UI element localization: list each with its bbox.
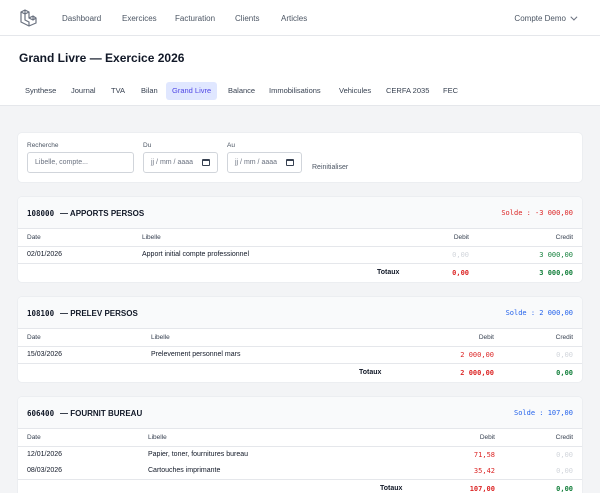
calendar-icon[interactable] — [286, 159, 294, 166]
totals-label: Totaux — [359, 369, 382, 376]
col-header-debit: Debit — [478, 334, 494, 341]
col-header-debit: Debit — [453, 234, 469, 241]
tab-fec[interactable]: FEC — [437, 82, 464, 100]
account-label: Compte Demo — [514, 14, 566, 23]
divider — [18, 346, 582, 347]
account-name: — APPORTS PERSOS — [60, 209, 145, 218]
row-date: 08/03/2026 — [27, 467, 63, 474]
row-label: Apport initial compte professionnel — [142, 251, 250, 258]
date-to-value: jj / mm / aaaa — [235, 159, 278, 166]
col-header-credit: Credit — [555, 334, 573, 341]
account-card-108000: 108000 — APPORTS PERSOS Solde : -3 000,0… — [18, 197, 582, 282]
col-header-date: Date — [27, 334, 41, 341]
page-header: Grand Livre — Exercice 2026 Synthese Jou… — [0, 36, 600, 106]
row-debit: 35,42 — [473, 467, 495, 475]
tab-grand-livre[interactable]: Grand Livre — [166, 82, 218, 100]
divider — [18, 479, 582, 480]
divider — [18, 263, 582, 264]
date-to-label: Au — [227, 142, 235, 149]
row-debit: 2 000,00 — [460, 351, 494, 359]
row-credit: 0,00 — [556, 467, 573, 475]
nav-item-articles[interactable]: Articles — [281, 14, 307, 23]
divider — [18, 246, 582, 247]
tab-balance[interactable]: Balance — [222, 82, 261, 100]
account-solde: Solde : -3 000,00 — [501, 209, 573, 217]
row-label: Cartouches imprimante — [148, 467, 221, 474]
account-header: 606400 — FOURNIT BUREAU Solde : 107,00 — [18, 397, 582, 429]
account-card-606400: 606400 — FOURNIT BUREAU Solde : 107,00 D… — [18, 397, 582, 493]
nav-item-clients[interactable]: Clients — [235, 14, 259, 23]
tab-bilan[interactable]: Bilan — [135, 82, 164, 100]
search-placeholder: Libelle, compte... — [35, 159, 88, 166]
account-code: 108000 — [27, 209, 55, 218]
date-from-input[interactable]: jj / mm / aaaa — [143, 152, 218, 173]
search-input[interactable]: Libelle, compte... — [27, 152, 134, 173]
chevron-down-icon — [570, 13, 578, 21]
col-header-date: Date — [27, 434, 41, 441]
date-to-input[interactable]: jj / mm / aaaa — [227, 152, 302, 173]
totals-label: Totaux — [377, 269, 400, 276]
col-header-debit: Debit — [479, 434, 495, 441]
account-solde: Solde : 107,00 — [513, 409, 573, 417]
row-debit: 71,58 — [473, 451, 495, 459]
tab-synthese[interactable]: Synthese — [19, 82, 62, 100]
date-from-label: Du — [143, 142, 152, 149]
tab-immobilisations[interactable]: Immobilisations — [263, 82, 327, 100]
account-code: 108100 — [27, 309, 55, 318]
col-header-label: Libelle — [151, 334, 170, 341]
total-credit: 0,00 — [556, 485, 573, 493]
total-credit: 0,00 — [556, 369, 573, 377]
divider — [18, 446, 582, 447]
col-header-credit: Credit — [555, 234, 573, 241]
row-label: Papier, toner, fournitures bureau — [148, 451, 249, 458]
total-debit: 107,00 — [469, 485, 495, 493]
total-credit: 3 000,00 — [539, 269, 573, 277]
tab-vehicules[interactable]: Vehicules — [333, 82, 377, 100]
row-credit: 0,00 — [556, 451, 573, 459]
totals-label: Totaux — [380, 485, 403, 492]
row-credit: 3 000,00 — [539, 251, 573, 259]
app-logo-icon[interactable] — [19, 9, 37, 27]
account-name: — PRELEV PERSOS — [60, 309, 138, 318]
account-name: — FOURNIT BUREAU — [60, 409, 143, 418]
nav-item-dashboard[interactable]: Dashboard — [62, 14, 101, 23]
nav-item-facturation[interactable]: Facturation — [175, 14, 215, 23]
col-header-credit: Credit — [555, 434, 573, 441]
account-code: 606400 — [27, 409, 55, 418]
account-card-108100: 108100 — PRELEV PERSOS Solde : 2 000,00 … — [18, 297, 582, 382]
tab-journal[interactable]: Journal — [65, 82, 102, 100]
tab-cerfa-2035[interactable]: CERFA 2035 — [380, 82, 435, 100]
account-solde: Solde : 2 000,00 — [505, 309, 573, 317]
search-label: Recherche — [27, 142, 59, 149]
date-from-value: jj / mm / aaaa — [151, 159, 194, 166]
row-date: 02/01/2026 — [27, 251, 63, 258]
row-label: Prelevement personnel mars — [151, 351, 241, 358]
account-menu[interactable]: Compte Demo — [514, 13, 578, 23]
row-date: 15/03/2026 — [27, 351, 63, 358]
calendar-icon[interactable] — [202, 159, 210, 166]
row-credit: 0,00 — [556, 351, 573, 359]
col-header-date: Date — [27, 234, 41, 241]
row-debit: 0,00 — [452, 251, 469, 259]
filters-panel: Recherche Libelle, compte... Du jj / mm … — [18, 133, 582, 182]
col-header-label: Libelle — [142, 234, 161, 241]
total-debit: 0,00 — [452, 269, 469, 277]
account-header: 108100 — PRELEV PERSOS Solde : 2 000,00 — [18, 297, 582, 329]
row-date: 12/01/2026 — [27, 451, 63, 458]
total-debit: 2 000,00 — [460, 369, 494, 377]
reset-button[interactable]: Reinitialiser — [312, 164, 348, 171]
col-header-label: Libelle — [148, 434, 167, 441]
nav-item-exercices[interactable]: Exercices — [122, 14, 157, 23]
divider — [18, 363, 582, 364]
page-title: Grand Livre — Exercice 2026 — [19, 51, 185, 65]
tab-tva[interactable]: TVA — [105, 82, 131, 100]
account-header: 108000 — APPORTS PERSOS Solde : -3 000,0… — [18, 197, 582, 229]
top-navbar: Dashboard Exercices Facturation Clients … — [0, 0, 600, 36]
